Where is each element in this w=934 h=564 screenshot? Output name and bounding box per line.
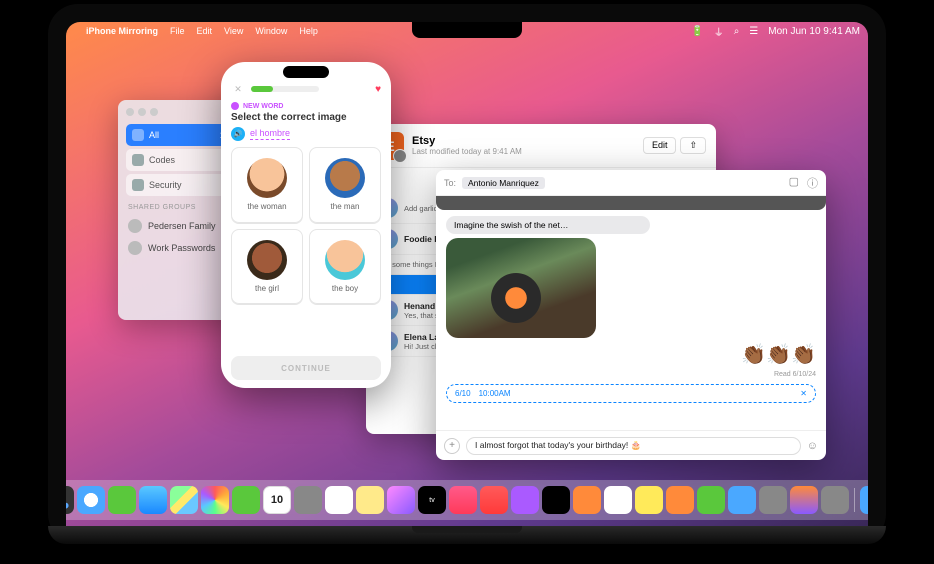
dock-launchpad-icon[interactable] [66, 486, 74, 514]
dock-reminders-icon[interactable] [325, 486, 353, 514]
zoom-button[interactable] [150, 108, 158, 116]
dock-maps-icon[interactable] [170, 486, 198, 514]
image-bubble[interactable] [436, 196, 826, 210]
dock-keynote-icon[interactable] [635, 486, 663, 514]
photo-bubble[interactable] [446, 238, 596, 338]
dock-safari-icon[interactable] [77, 486, 105, 514]
target-word[interactable]: el hombre [250, 128, 290, 140]
dock-music-icon[interactable] [449, 486, 477, 514]
dock-appstore-icon[interactable] [728, 486, 756, 514]
continue-button[interactable]: CONTINUE [231, 356, 381, 380]
dock-numbers-icon[interactable] [697, 486, 725, 514]
macbook-frame: iPhone Mirroring File Edit View Window H… [48, 4, 886, 544]
recipient-chip[interactable]: Antonio Manriquez [462, 177, 545, 189]
prompt-text: Select the correct image [221, 110, 391, 127]
dock-books-icon[interactable] [573, 486, 601, 514]
dock-passwords-icon[interactable] [821, 486, 849, 514]
edit-button[interactable]: Edit [643, 137, 677, 154]
progress-bar [251, 86, 273, 92]
dock-contacts-icon[interactable] [294, 486, 322, 514]
share-button[interactable]: ⇧ [680, 137, 706, 154]
dock-iphone-mirroring-icon[interactable] [790, 486, 818, 514]
dock-home-icon[interactable] [604, 486, 632, 514]
app-menu[interactable]: iPhone Mirroring [86, 26, 158, 36]
dock-mail-icon[interactable] [139, 486, 167, 514]
dock-pages-icon[interactable] [666, 486, 694, 514]
note-subtitle: Last modified today at 9:41 AM [412, 147, 522, 156]
dock-freeform-icon[interactable] [387, 486, 415, 514]
emoji-picker-icon[interactable]: ☺ [807, 440, 818, 452]
battery-icon[interactable]: 🔋 [691, 26, 703, 37]
display-notch [412, 22, 522, 38]
reaction-bubble-out[interactable]: 👏🏾👏🏾👏🏾 [446, 342, 816, 367]
message-bubble-in[interactable]: Imagine the swish of the net… [446, 216, 650, 234]
dock: 10 tv [66, 480, 868, 520]
to-label: To: [444, 178, 456, 188]
dock-photos-icon[interactable] [201, 486, 229, 514]
dock-stocks-icon[interactable] [542, 486, 570, 514]
dock-settings-icon[interactable] [759, 486, 787, 514]
speaker-icon[interactable]: 🔊 [231, 127, 245, 141]
menu-view[interactable]: View [224, 26, 243, 36]
cancel-schedule-icon[interactable]: ✕ [800, 389, 807, 398]
menu-help[interactable]: Help [299, 26, 318, 36]
dock-messages-icon[interactable] [108, 486, 136, 514]
option-the-boy[interactable]: the boy [309, 229, 381, 305]
option-the-woman[interactable]: the woman [231, 147, 303, 223]
option-the-man[interactable]: the man [309, 147, 381, 223]
group-avatar-icon [128, 241, 142, 255]
dock-notes-icon[interactable] [356, 486, 384, 514]
avatar-boy-icon [325, 240, 365, 280]
option-the-girl[interactable]: the girl [231, 229, 303, 305]
wifi-icon[interactable]: ⏚ [714, 24, 724, 39]
avatar-girl-icon [247, 240, 287, 280]
iphone-mirror-window[interactable]: ✕ ♥ NEW WORD Select the correct image 🔊 … [221, 62, 391, 388]
desktop: iPhone Mirroring File Edit View Window H… [66, 22, 868, 526]
messages-window[interactable]: To: Antonio Manriquez ▢ ⓘ Imagine the sw… [436, 170, 826, 460]
group-avatar-icon [128, 219, 142, 233]
hearts-icon[interactable]: ♥ [375, 84, 381, 95]
avatar-man-icon [325, 158, 365, 198]
menu-window[interactable]: Window [255, 26, 287, 36]
spotlight-icon[interactable]: ⌕ [734, 26, 740, 37]
laptop-base [48, 526, 886, 544]
new-word-badge: NEW WORD [231, 102, 381, 110]
schedule-date: 6/10 [455, 389, 471, 398]
close-lesson-icon[interactable]: ✕ [231, 82, 245, 96]
close-button[interactable] [126, 108, 134, 116]
dock-tv-icon[interactable]: tv [418, 486, 446, 514]
note-title: Etsy [412, 135, 522, 147]
dock-news-icon[interactable] [480, 486, 508, 514]
message-input[interactable]: I almost forgot that today's your birthd… [466, 437, 801, 455]
scheduled-send-chip[interactable]: 6/10 10:00AM ✕ [446, 384, 816, 403]
dock-calendar-icon[interactable]: 10 [263, 486, 291, 514]
dock-facetime-icon[interactable] [232, 486, 260, 514]
dock-separator [854, 488, 855, 512]
read-receipt: Read 6/10/24 [446, 371, 816, 378]
info-icon[interactable]: ⓘ [807, 175, 818, 191]
menu-edit[interactable]: Edit [197, 26, 213, 36]
avatar-woman-icon [247, 158, 287, 198]
clock[interactable]: Mon Jun 10 9:41 AM [768, 26, 860, 37]
dock-downloads-icon[interactable] [860, 486, 868, 514]
dynamic-island [283, 66, 329, 78]
add-attachment-button[interactable]: + [444, 438, 460, 454]
menu-file[interactable]: File [170, 26, 185, 36]
dock-podcasts-icon[interactable] [511, 486, 539, 514]
minimize-button[interactable] [138, 108, 146, 116]
control-center-icon[interactable]: ☰ [749, 26, 758, 37]
video-call-icon[interactable]: ▢ [789, 175, 799, 191]
schedule-time: 10:00AM [479, 389, 511, 398]
